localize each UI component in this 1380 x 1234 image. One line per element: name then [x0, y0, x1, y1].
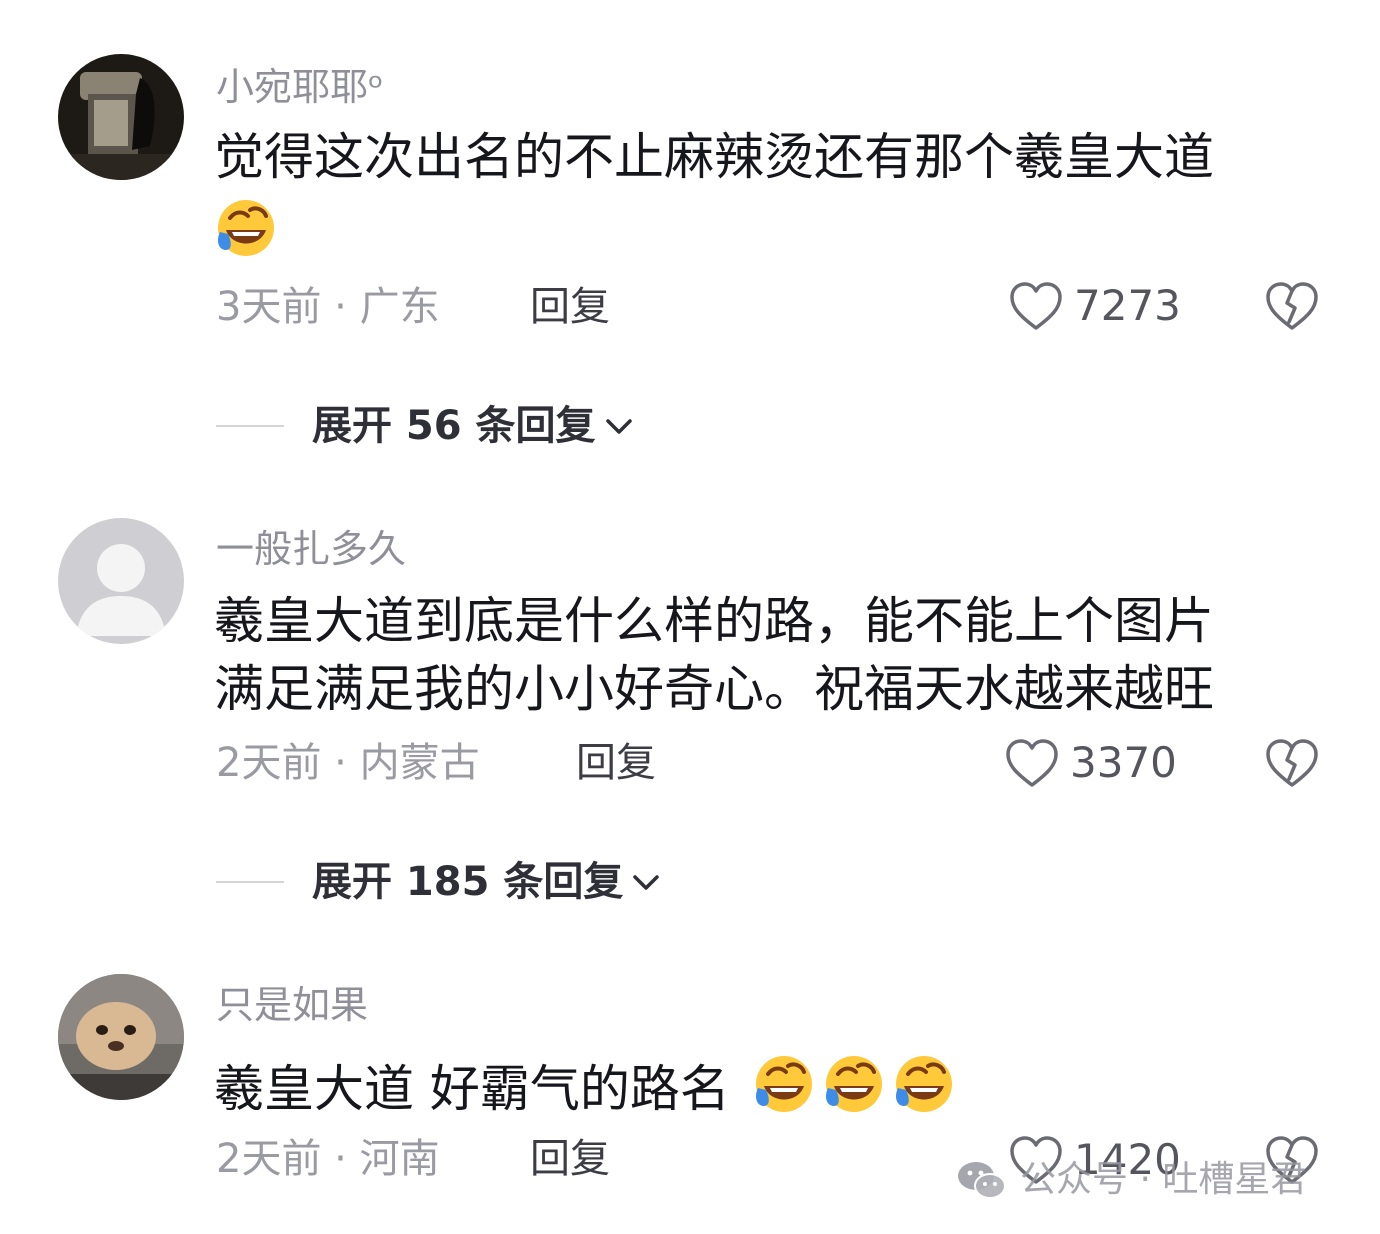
like-button[interactable]: 3370 [1004, 733, 1177, 793]
reply-button[interactable]: 回复 [576, 738, 656, 788]
like-button[interactable]: 7273 [1008, 276, 1181, 336]
avatar[interactable] [58, 518, 184, 644]
broken-heart-icon[interactable] [1262, 276, 1322, 336]
comment-text-row: 羲皇大道 好霸气的路名 [214, 1052, 956, 1120]
chevron-down-icon [633, 875, 660, 890]
comment-text: 满足满足我的小小好奇心。祝福天水越来越旺 [214, 660, 1214, 718]
heart-outline-icon [1010, 282, 1062, 330]
timestamp-location: 2天前 · 内蒙古 [216, 740, 480, 786]
chevron-down-icon [605, 419, 632, 434]
divider-line [216, 881, 284, 883]
laughing-crying-emoji-icon [218, 200, 274, 256]
like-count: 7273 [1074, 281, 1181, 330]
comment-text: 羲皇大道 好霸气的路名 [214, 1060, 730, 1118]
expand-replies-button[interactable]: 展开 185 条回复 [216, 854, 663, 910]
watermark-text: 公众号 · 吐槽星君 [1020, 1159, 1307, 1200]
reply-button[interactable]: 回复 [530, 282, 610, 332]
watermark: 公众号 · 吐槽星君 [956, 1156, 1306, 1204]
expand-replies-button[interactable]: 展开 56 条回复 [216, 398, 636, 454]
laughing-crying-emoji-icon [895, 1056, 952, 1112]
reply-button[interactable]: 回复 [530, 1134, 610, 1184]
expand-replies-label: 展开 56 条回复 [312, 403, 596, 449]
timestamp-location: 2天前 · 河南 [216, 1136, 440, 1182]
username[interactable]: 一般扎多久 [216, 526, 406, 572]
heart-outline-icon [1006, 739, 1058, 787]
expand-replies-label: 展开 185 条回复 [312, 859, 624, 905]
comment-text: 羲皇大道到底是什么样的路，能不能上个图片 [214, 592, 1214, 650]
broken-heart-icon[interactable] [1262, 733, 1322, 793]
comment-text: 觉得这次出名的不止麻辣烫还有那个羲皇大道 [214, 128, 1214, 186]
laughing-crying-emoji-icon [755, 1056, 812, 1112]
comment-emoji-row [214, 196, 278, 262]
avatar[interactable] [58, 974, 184, 1100]
like-count: 3370 [1070, 738, 1177, 787]
username[interactable]: 小宛耶耶ᵒ [216, 64, 384, 110]
wechat-icon [958, 1162, 1006, 1199]
avatar[interactable] [58, 54, 184, 180]
username[interactable]: 只是如果 [216, 982, 368, 1028]
divider-line [216, 425, 284, 427]
timestamp-location: 3天前 · 广东 [216, 284, 440, 330]
laughing-crying-emoji-icon [825, 1056, 882, 1112]
